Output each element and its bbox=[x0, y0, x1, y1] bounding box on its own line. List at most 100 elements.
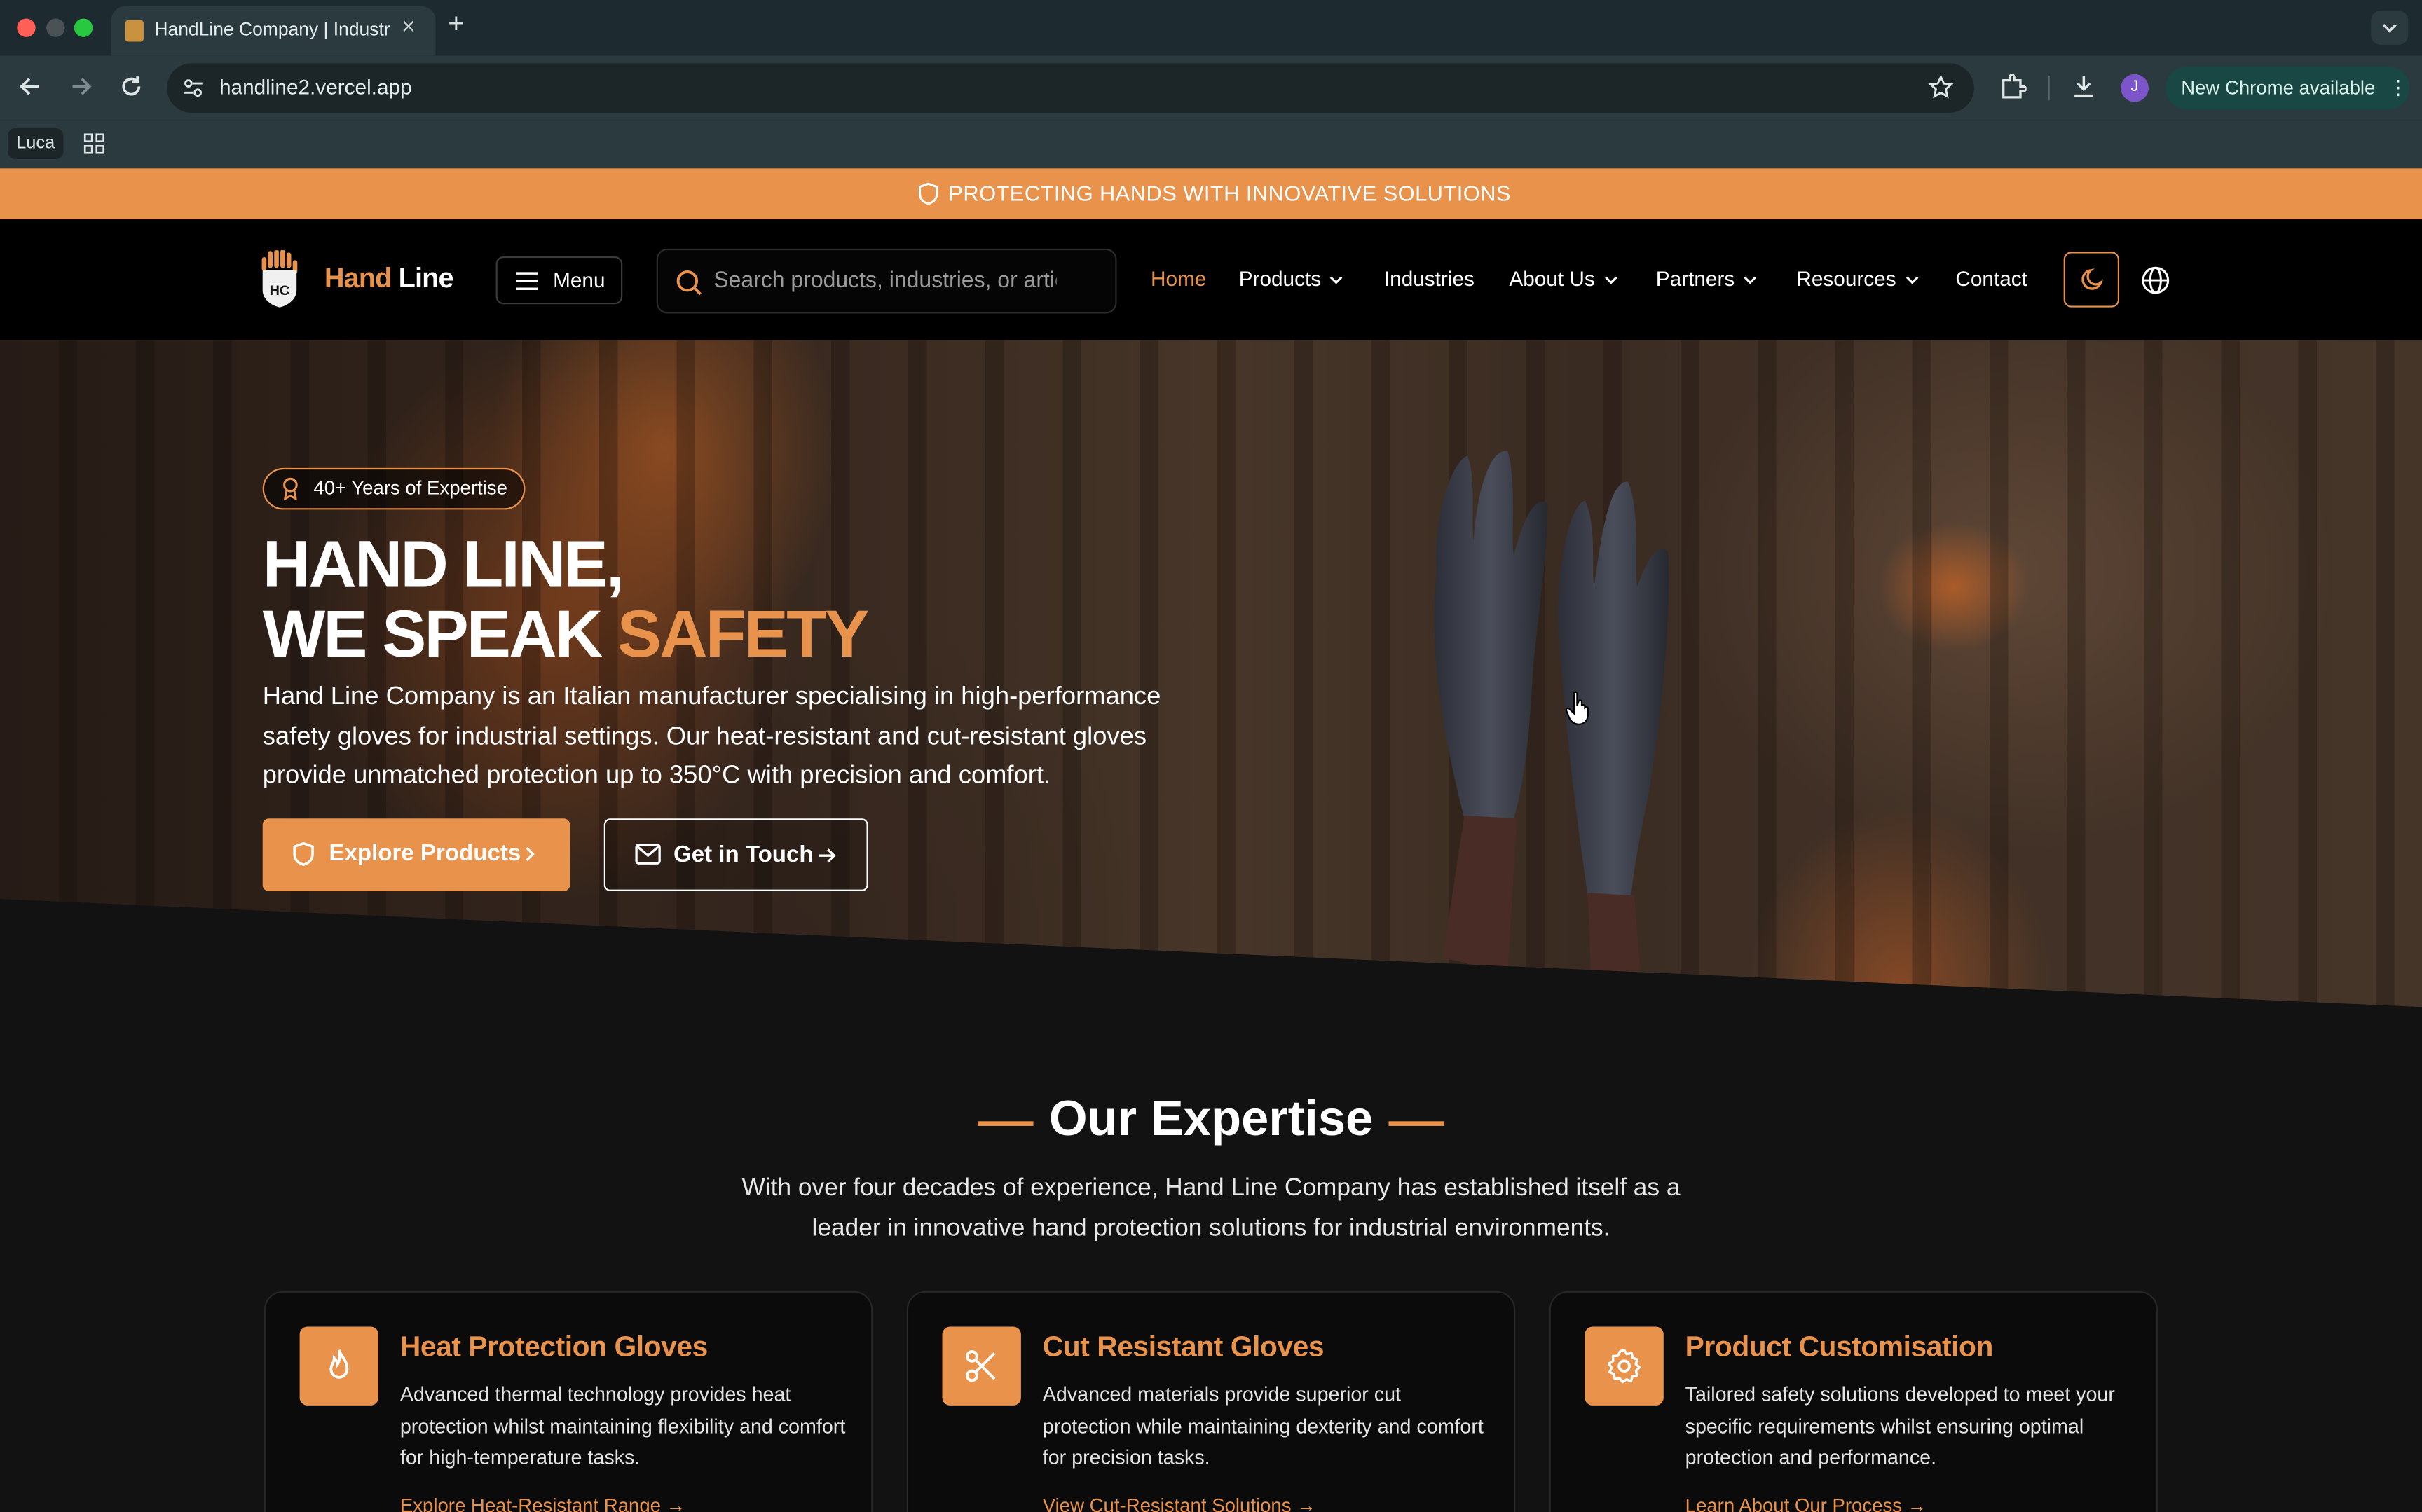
title-dash-right bbox=[1388, 1121, 1444, 1126]
nav-link-products[interactable]: Products bbox=[1239, 267, 1344, 290]
card-text: Tailored safety solutions developed to m… bbox=[1685, 1382, 2115, 1470]
close-window-button[interactable] bbox=[17, 18, 36, 37]
get-in-touch-button[interactable]: Get in Touch bbox=[603, 818, 868, 891]
nav-link-industries[interactable]: Industries bbox=[1384, 267, 1475, 290]
download-icon[interactable] bbox=[2069, 73, 2098, 101]
chevron-down-icon bbox=[1744, 275, 1757, 284]
hero-description: Hand Line Company is an Italian manufact… bbox=[262, 682, 1161, 790]
safety-gloves-image bbox=[1434, 451, 1669, 977]
promo-text: PROTECTING HANDS WITH INNOVATIVE SOLUTIO… bbox=[948, 180, 1511, 206]
new-tab-button[interactable]: + bbox=[448, 8, 464, 40]
maximize-window-button[interactable] bbox=[74, 18, 93, 37]
bookmark-star-icon[interactable] bbox=[1928, 74, 1954, 100]
card-title: Heat Protection Gloves bbox=[399, 1329, 708, 1363]
chrome-update-button[interactable]: New Chrome available ⋮ bbox=[2166, 66, 2410, 110]
nav-link-about[interactable]: About Us bbox=[1509, 267, 1617, 290]
explore-products-button[interactable]: Explore Products bbox=[262, 818, 570, 891]
card-icon-box bbox=[299, 1326, 379, 1406]
apps-grid-icon[interactable] bbox=[83, 133, 105, 155]
nav-link-contact[interactable]: Contact bbox=[1955, 267, 2027, 290]
gear-icon bbox=[1608, 1349, 1641, 1384]
bookmark-profile-chip[interactable]: Luca bbox=[8, 128, 64, 160]
expertise-description: With over four decades of experience, Ha… bbox=[741, 1175, 1681, 1242]
nav-link-home[interactable]: Home bbox=[1151, 267, 1206, 290]
chevron-down-icon bbox=[2382, 24, 2397, 33]
promo-banner: PROTECTING HANDS WITH INNOVATIVE SOLUTIO… bbox=[0, 168, 2422, 220]
explore-products-label: Explore Products bbox=[329, 840, 521, 867]
badge-text: 40+ Years of Expertise bbox=[313, 477, 507, 499]
card-heat-protection[interactable]: Heat Protection Gloves Advanced thermal … bbox=[264, 1291, 873, 1512]
handline-logo-icon[interactable]: HC bbox=[259, 250, 299, 309]
card-link[interactable]: Learn About Our Process → bbox=[1685, 1495, 1927, 1512]
minimize-window-button[interactable] bbox=[46, 18, 65, 37]
nav-about-label: About Us bbox=[1509, 267, 1595, 291]
hero-title: HAND LINE, WE SPEAK SAFETY bbox=[262, 528, 870, 670]
expertise-title: Our Expertise bbox=[1048, 1090, 1374, 1146]
extensions-icon[interactable] bbox=[1999, 73, 2027, 101]
nav-resources-label: Resources bbox=[1796, 267, 1896, 291]
site-search[interactable] bbox=[656, 248, 1117, 314]
screen: HandLine Company | Industrial Safety Glo… bbox=[0, 0, 2422, 1512]
card-text: Advanced thermal technology provides hea… bbox=[399, 1382, 846, 1470]
hero-overlay bbox=[0, 339, 2422, 1008]
favicon-icon bbox=[125, 20, 144, 42]
card-customisation[interactable]: Product Customisation Tailored safety so… bbox=[1549, 1291, 2158, 1512]
url-text: handline2.vercel.app bbox=[219, 76, 412, 99]
scissors-icon bbox=[966, 1350, 996, 1382]
svg-text:HC: HC bbox=[270, 283, 290, 298]
shield-icon bbox=[293, 841, 314, 867]
logo-word-line: Line bbox=[391, 262, 454, 294]
nav-link-resources[interactable]: Resources bbox=[1796, 267, 1919, 290]
card-text: Advanced materials provide superior cut … bbox=[1042, 1382, 1484, 1470]
chevron-down-icon bbox=[1604, 275, 1617, 284]
tab-search-button[interactable] bbox=[2371, 11, 2409, 45]
award-icon bbox=[283, 477, 298, 501]
hero-title-line1: HAND LINE, bbox=[262, 528, 625, 603]
nav-home-label: Home bbox=[1151, 267, 1207, 291]
chevron-right-icon bbox=[526, 846, 535, 861]
menu-label: Menu bbox=[553, 268, 606, 292]
chevron-down-icon bbox=[1905, 275, 1918, 284]
bookmarks-bar: Luca bbox=[0, 120, 2422, 169]
tab-title: HandLine Company | Industrial Safety Glo… bbox=[154, 18, 390, 41]
menu-button[interactable]: Menu bbox=[495, 256, 623, 305]
card-title: Product Customisation bbox=[1685, 1329, 1994, 1363]
shield-icon bbox=[918, 181, 938, 205]
theme-toggle-button[interactable] bbox=[2063, 252, 2120, 308]
expertise-badge: 40+ Years of Expertise bbox=[262, 467, 526, 510]
forward-icon[interactable] bbox=[68, 74, 93, 99]
browser-tab[interactable]: HandLine Company | Industrial Safety Glo… bbox=[111, 6, 436, 56]
nav-link-partners[interactable]: Partners bbox=[1656, 267, 1758, 290]
back-icon[interactable] bbox=[18, 74, 43, 99]
globe-icon[interactable] bbox=[2141, 266, 2170, 295]
nav-industries-label: Industries bbox=[1383, 267, 1475, 291]
search-icon bbox=[676, 270, 702, 296]
site-settings-icon[interactable] bbox=[182, 77, 204, 99]
browser-toolbar: handline2.vercel.app J New Chrome availa… bbox=[0, 55, 2422, 121]
search-input[interactable] bbox=[713, 266, 1057, 297]
card-link[interactable]: View Cut-Resistant Solutions → bbox=[1043, 1495, 1316, 1512]
card-cut-resistant[interactable]: Cut Resistant Gloves Advanced materials … bbox=[906, 1291, 1516, 1512]
arrow-right-icon bbox=[819, 848, 836, 863]
profile-avatar[interactable]: J bbox=[2121, 74, 2149, 102]
get-in-touch-label: Get in Touch bbox=[673, 841, 814, 868]
card-icon-box bbox=[1585, 1326, 1664, 1406]
moon-icon bbox=[2081, 268, 2104, 290]
browser-tab-bar: HandLine Company | Industrial Safety Glo… bbox=[0, 0, 2422, 56]
hero-section: 40+ Years of Expertise HAND LINE, WE SPE… bbox=[0, 339, 2422, 1008]
mail-icon bbox=[635, 844, 661, 865]
card-icon-box bbox=[942, 1326, 1021, 1406]
flame-icon bbox=[329, 1349, 349, 1379]
reload-icon[interactable] bbox=[119, 74, 144, 99]
tab-close-icon[interactable]: × bbox=[402, 14, 415, 40]
hamburger-icon bbox=[516, 272, 538, 290]
chevron-down-icon bbox=[1330, 275, 1343, 284]
card-link[interactable]: Explore Heat-Resistant Range → bbox=[400, 1495, 685, 1512]
nav-contact-label: Contact bbox=[1955, 267, 2027, 291]
toolbar-divider bbox=[2048, 76, 2050, 101]
card-title: Cut Resistant Gloves bbox=[1042, 1329, 1325, 1363]
update-label: New Chrome available bbox=[2181, 77, 2376, 99]
site-logo-text[interactable]: Hand Line bbox=[324, 262, 454, 295]
address-bar[interactable]: handline2.vercel.app bbox=[167, 63, 1974, 113]
more-menu-icon[interactable]: ⋮ bbox=[2388, 76, 2409, 100]
